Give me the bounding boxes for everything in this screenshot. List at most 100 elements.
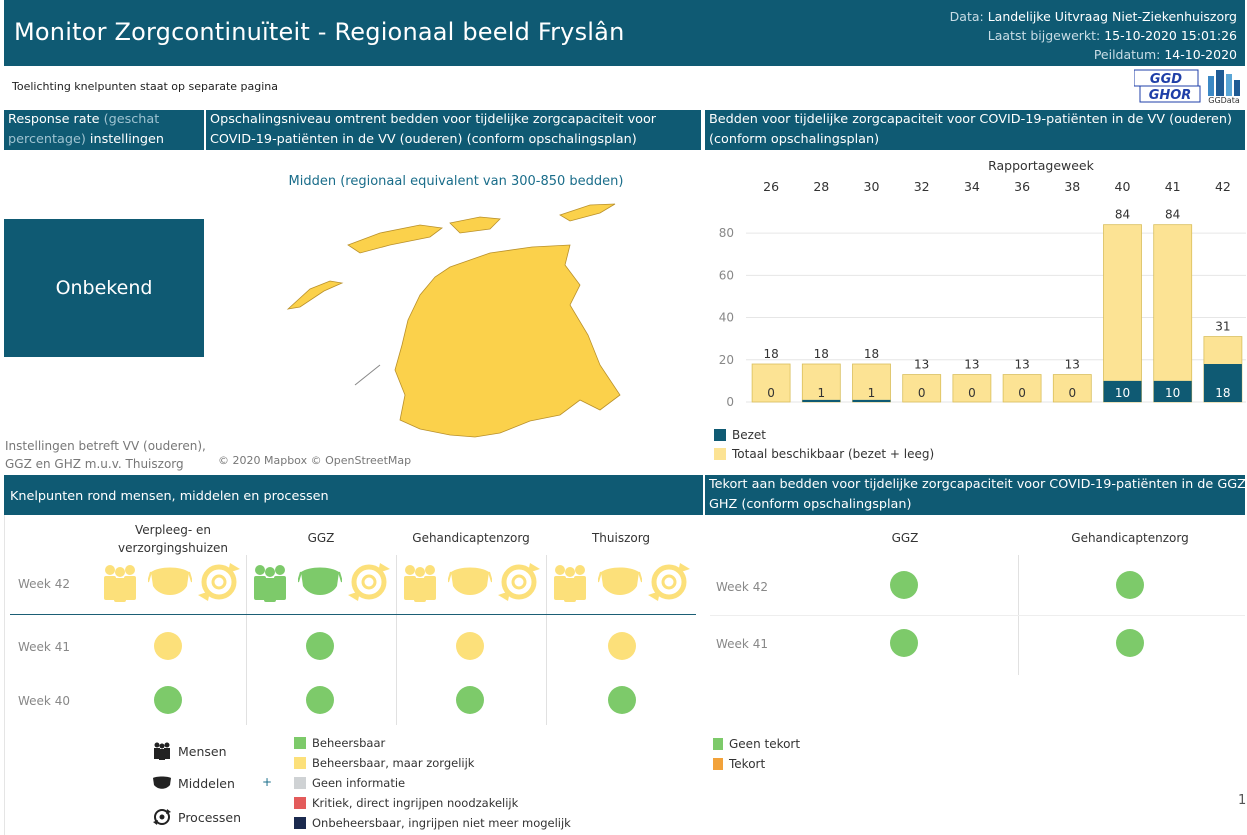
data-label-totaal: 13: [1065, 358, 1080, 372]
dashboard-header: Monitor Zorgcontinuïteit - Regionaal bee…: [4, 0, 1245, 66]
bar-totaal: [1103, 224, 1142, 403]
data-label-bezet: 0: [1018, 386, 1026, 400]
data-label-bezet: 18: [1215, 386, 1230, 400]
data-label-totaal: 13: [964, 358, 979, 372]
data-label-bezet: 0: [767, 386, 775, 400]
chart-bars: 18 0 18 1 18 1 13 0 13 0 13 0 13 0 84 10 84 10 31 18: [751, 208, 1243, 403]
status-dot-ggz-week40: [306, 686, 334, 714]
week42-separator: [10, 614, 696, 615]
col-ggz: GGZ: [307, 531, 335, 545]
status-legend-label: Beheersbaar, maar zorgelijk: [312, 756, 475, 770]
divider: [546, 555, 547, 725]
response-footnote: Instellingen betreft VV (ouderen), GGZ e…: [5, 439, 206, 471]
opschaling-title: Opschalingsniveau omtrent bedden voor ti…: [206, 110, 701, 150]
data-label-totaal: 31: [1215, 320, 1230, 334]
x-tick-label: 28: [813, 179, 829, 194]
legend-totaal-swatch: [714, 448, 726, 460]
y-tick-label: 60: [719, 268, 734, 282]
peildatum: Peildatum: 14-10-2020: [1093, 47, 1237, 62]
data-source: Data: Landelijke Uitvraag Niet-Ziekenhui…: [949, 9, 1237, 24]
data-label-totaal: 13: [914, 358, 929, 372]
y-tick-label: 40: [719, 311, 734, 325]
knelpunten-title: Knelpunten rond mensen, middelen en proc…: [4, 475, 703, 515]
tekort-dot-ghz-week41: [1116, 629, 1144, 657]
page-marker: 1: [1238, 793, 1247, 808]
last-updated: Laatst bijgewerkt: 15-10-2020 15:01:26: [987, 28, 1237, 43]
chart-y-axis: 0 20 40 60 80: [719, 226, 734, 409]
week-label: Week 42: [716, 580, 768, 594]
tekort-title: Tekort aan bedden voor tijdelijke zorgca…: [705, 475, 1245, 515]
x-tick-label: 38: [1064, 179, 1080, 194]
map-afsluitdijk: [354, 364, 381, 386]
status-legend-item: Beheersbaar, maar zorgelijk: [294, 756, 474, 770]
legend-middelen: Middelen: [152, 775, 235, 791]
status-dot-ggz-week41: [306, 632, 334, 660]
data-label-bezet: 10: [1165, 386, 1180, 400]
people-icon: [250, 562, 290, 606]
tekort-row-separator: [710, 615, 1245, 616]
status-legend-item: Beheersbaar: [294, 736, 385, 750]
data-label-bezet: 0: [918, 386, 926, 400]
bar-totaal: [1153, 224, 1193, 403]
response-rate-value: Onbekend: [55, 277, 153, 299]
divider: [396, 555, 397, 725]
x-tick-label: 41: [1165, 179, 1181, 194]
x-tick-label: 32: [914, 179, 930, 194]
status-legend-label: Kritiek, direct ingrijpen noodzakelijk: [312, 796, 519, 810]
y-tick-label: 80: [719, 226, 734, 240]
status-legend-swatch: [294, 797, 306, 809]
beds-chart-title: Bedden voor tijdelijke zorgcapaciteit vo…: [705, 110, 1245, 150]
map-island-ameland: [449, 216, 501, 234]
status-dot-thuiszorg-week41: [608, 632, 636, 660]
mask-icon: [297, 562, 343, 606]
chart-x-axis: 26 28 30 32 34 36 38 40 41 42: [763, 179, 1231, 194]
data-label-totaal: 18: [864, 347, 879, 361]
legend-bezet: Bezet: [714, 428, 766, 442]
data-label-totaal: 18: [763, 347, 778, 361]
legend-tekort-swatch: [713, 758, 723, 770]
response-rate-title: Response rate (geschat percentage) inste…: [4, 110, 204, 150]
y-tick-label: 20: [719, 353, 734, 367]
response-rate-value-box: Onbekend: [4, 219, 204, 357]
mask-icon: [153, 776, 171, 789]
status-legend-label: Geen informatie: [312, 776, 406, 790]
status-dot-ghz-week40: [456, 686, 484, 714]
data-label-totaal: 84: [1165, 208, 1180, 222]
col-gehandicaptenzorg: Gehandicaptenzorg: [412, 531, 530, 545]
status-legend-swatch: [294, 817, 306, 829]
data-label-totaal: 13: [1014, 358, 1029, 372]
legend-plus: +: [262, 775, 273, 789]
beds-bar-chart: Rapportageweek 0 20 40 60 80 26 28 30 32 34 36 38 4…: [719, 158, 1246, 409]
x-tick-label: 30: [864, 179, 880, 194]
opschaling-level: Midden (regionaal equivalent van 300-850…: [288, 174, 624, 189]
legend-bezet-swatch: [714, 429, 726, 441]
process-cycle-icon: [496, 559, 542, 609]
week-label: Week 42: [18, 577, 70, 591]
x-tick-label: 40: [1115, 179, 1131, 194]
status-dot-ghz-week41: [456, 632, 484, 660]
x-tick-label: 26: [763, 179, 779, 194]
legend-mensen: Mensen: [152, 742, 227, 760]
tekort-dot-ggz-week41: [890, 629, 918, 657]
x-tick-label: 34: [964, 179, 980, 194]
ggd-logo-text: GGD: [1150, 72, 1182, 87]
status-dot-thuiszorg-week40: [608, 686, 636, 714]
data-label-totaal: 84: [1115, 208, 1130, 222]
status-legend-item: Kritiek, direct ingrijpen noodzakelijk: [294, 796, 518, 810]
data-label-bezet: 1: [817, 386, 825, 400]
tekort-dot-ggz-week42: [890, 571, 918, 599]
status-dot-vvt-week41: [154, 632, 182, 660]
status-legend-item: Geen informatie: [294, 776, 405, 790]
tekort-col-ggz: GGZ: [891, 531, 919, 545]
people-icon: [550, 562, 590, 606]
mask-icon: [447, 562, 493, 606]
legend-geen-tekort-swatch: [713, 738, 723, 750]
y-tick-label: 0: [726, 395, 734, 409]
explanation-note: Toelichting knelpunten staat op separate…: [12, 80, 279, 93]
map-credit: © 2020 Mapbox © OpenStreetMap: [218, 454, 412, 467]
data-label-totaal: 18: [814, 347, 829, 361]
logos: GGD GHOR GGData: [1133, 68, 1246, 105]
data-label-bezet: 0: [968, 386, 976, 400]
week-label: Week 40: [18, 694, 70, 708]
status-legend-label: Onbeheersbaar, ingrijpen niet meer mogel…: [312, 816, 571, 830]
